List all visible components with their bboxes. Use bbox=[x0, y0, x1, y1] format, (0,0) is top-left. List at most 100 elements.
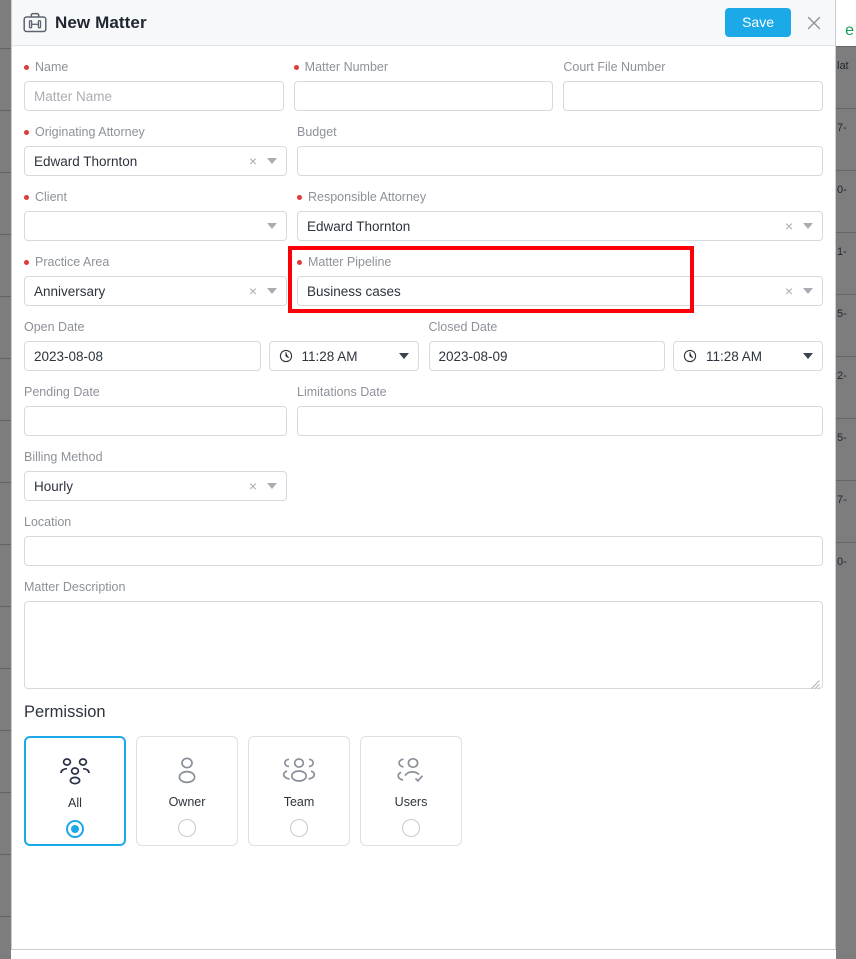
required-dot bbox=[293, 65, 299, 70]
label-text: Matter Number bbox=[304, 60, 389, 74]
permission-radio-owner[interactable] bbox=[178, 819, 196, 837]
clock-icon bbox=[683, 349, 697, 363]
field-label-client: Client bbox=[24, 190, 287, 205]
person-icon bbox=[170, 751, 204, 789]
background-row-divider bbox=[836, 108, 856, 109]
field-limitations-date: Limitations Date bbox=[297, 385, 823, 436]
label-text: Practice Area bbox=[35, 255, 110, 269]
field-practice-area: Practice Area Anniversary × bbox=[24, 255, 287, 306]
pending-date-input[interactable] bbox=[24, 406, 287, 436]
required-dot bbox=[24, 195, 29, 200]
billing-method-select[interactable]: Hourly × bbox=[24, 471, 287, 501]
form-row-2: Originating Attorney Edward Thornton × B… bbox=[24, 125, 823, 176]
chevron-down-icon[interactable] bbox=[267, 483, 277, 489]
practice-area-select[interactable]: Anniversary × bbox=[24, 276, 287, 306]
save-button[interactable]: Save bbox=[725, 7, 791, 38]
field-label-budget: Budget bbox=[297, 125, 823, 140]
background-row-divider bbox=[836, 418, 856, 419]
label-text: Billing Method bbox=[24, 450, 103, 464]
chevron-down-icon[interactable] bbox=[398, 353, 409, 359]
closed-time-select[interactable]: 11:28 AM bbox=[673, 341, 823, 371]
background-row-divider bbox=[0, 544, 11, 545]
label-text: Originating Attorney bbox=[35, 125, 145, 139]
clear-icon[interactable]: × bbox=[785, 284, 793, 298]
permission-radio-all[interactable] bbox=[66, 820, 84, 838]
modal-header: New Matter Save bbox=[12, 0, 835, 46]
background-row-text: 0- bbox=[837, 184, 847, 196]
permission-card-all[interactable]: All bbox=[24, 736, 126, 846]
background-row-divider bbox=[0, 358, 11, 359]
background-row-divider bbox=[0, 854, 11, 855]
team-icon bbox=[281, 751, 317, 789]
name-input-value: Matter Name bbox=[34, 88, 113, 104]
new-matter-modal: New Matter Save Name Matter Name Matter … bbox=[11, 0, 836, 950]
permission-label: Owner bbox=[168, 795, 206, 809]
name-input[interactable]: Matter Name bbox=[24, 81, 284, 111]
background-row-text: 7- bbox=[837, 494, 847, 506]
label-text: Open Date bbox=[24, 320, 85, 334]
form-row-5: Open Date 2023-08-08 11:28 AM Closed Dat… bbox=[24, 320, 823, 371]
background-left-lines bbox=[0, 0, 11, 959]
briefcase-icon bbox=[22, 11, 48, 35]
chevron-down-icon[interactable] bbox=[267, 223, 277, 229]
client-select[interactable] bbox=[24, 211, 287, 241]
originating-attorney-select[interactable]: Edward Thornton × bbox=[24, 146, 287, 176]
limitations-date-input[interactable] bbox=[297, 406, 823, 436]
field-pending-date: Pending Date bbox=[24, 385, 287, 436]
open-date-input[interactable]: 2023-08-08 bbox=[24, 341, 261, 371]
clear-icon[interactable]: × bbox=[249, 154, 257, 168]
permission-card-team[interactable]: Team bbox=[248, 736, 350, 846]
background-row-divider bbox=[0, 730, 11, 731]
background-row-text: 5- bbox=[837, 308, 847, 320]
closed-date-value: 2023-08-09 bbox=[438, 348, 508, 364]
responsible-attorney-select[interactable]: Edward Thornton × bbox=[297, 211, 823, 241]
clear-icon[interactable]: × bbox=[249, 479, 257, 493]
field-label-matter-number: Matter Number bbox=[293, 60, 554, 75]
background-row-text: 5- bbox=[837, 432, 847, 444]
clock-icon bbox=[279, 349, 293, 363]
field-label-location: Location bbox=[24, 515, 823, 530]
clear-icon[interactable]: × bbox=[249, 284, 257, 298]
background-row-divider bbox=[836, 46, 856, 47]
field-matter-number: Matter Number bbox=[293, 60, 554, 111]
court-file-number-input[interactable] bbox=[563, 81, 824, 111]
location-input[interactable] bbox=[24, 536, 823, 566]
form-row-9: Matter Description bbox=[24, 580, 823, 689]
open-time-select[interactable]: 11:28 AM bbox=[268, 341, 419, 371]
permission-radio-users[interactable] bbox=[402, 819, 420, 837]
field-budget: Budget bbox=[297, 125, 823, 176]
field-label-name: Name bbox=[24, 60, 284, 75]
chevron-down-icon[interactable] bbox=[803, 288, 813, 294]
chevron-down-icon[interactable] bbox=[267, 288, 277, 294]
chevron-down-icon[interactable] bbox=[803, 223, 813, 229]
chevron-down-icon[interactable] bbox=[803, 353, 813, 359]
field-billing-method: Billing Method Hourly × bbox=[24, 450, 287, 501]
permission-card-users[interactable]: Users bbox=[360, 736, 462, 846]
field-originating-attorney: Originating Attorney Edward Thornton × bbox=[24, 125, 287, 176]
clear-icon[interactable]: × bbox=[785, 219, 793, 233]
chevron-down-icon[interactable] bbox=[267, 158, 277, 164]
budget-input[interactable] bbox=[297, 146, 823, 176]
field-matter-pipeline: Matter Pipeline Business cases × bbox=[288, 246, 823, 313]
label-text: Limitations Date bbox=[297, 385, 387, 399]
matter-number-input[interactable] bbox=[293, 81, 554, 111]
permission-radio-team[interactable] bbox=[290, 819, 308, 837]
users-check-icon bbox=[394, 751, 428, 789]
background-table: lat 7- 0- 1- 5- 2- 5- 7- 0- bbox=[836, 0, 856, 959]
background-row-divider bbox=[0, 420, 11, 421]
modal-body: Name Matter Name Matter Number Court Fil… bbox=[12, 46, 835, 949]
background-row-divider bbox=[0, 234, 11, 235]
field-label-practice-area: Practice Area bbox=[24, 255, 287, 270]
closed-time-value: 11:28 AM bbox=[706, 348, 763, 364]
permission-label: Team bbox=[283, 795, 315, 809]
closed-date-input[interactable]: 2023-08-09 bbox=[428, 341, 665, 371]
permission-label: All bbox=[68, 796, 82, 810]
matter-description-textarea[interactable] bbox=[24, 601, 823, 689]
field-name: Name Matter Name bbox=[24, 60, 284, 111]
background-row-text: 1- bbox=[837, 246, 847, 258]
label-text: Name bbox=[35, 60, 69, 74]
resize-handle-icon[interactable] bbox=[810, 676, 820, 689]
permission-card-owner[interactable]: Owner bbox=[136, 736, 238, 846]
close-icon[interactable] bbox=[804, 13, 824, 33]
matter-pipeline-select[interactable]: Business cases × bbox=[297, 276, 823, 306]
